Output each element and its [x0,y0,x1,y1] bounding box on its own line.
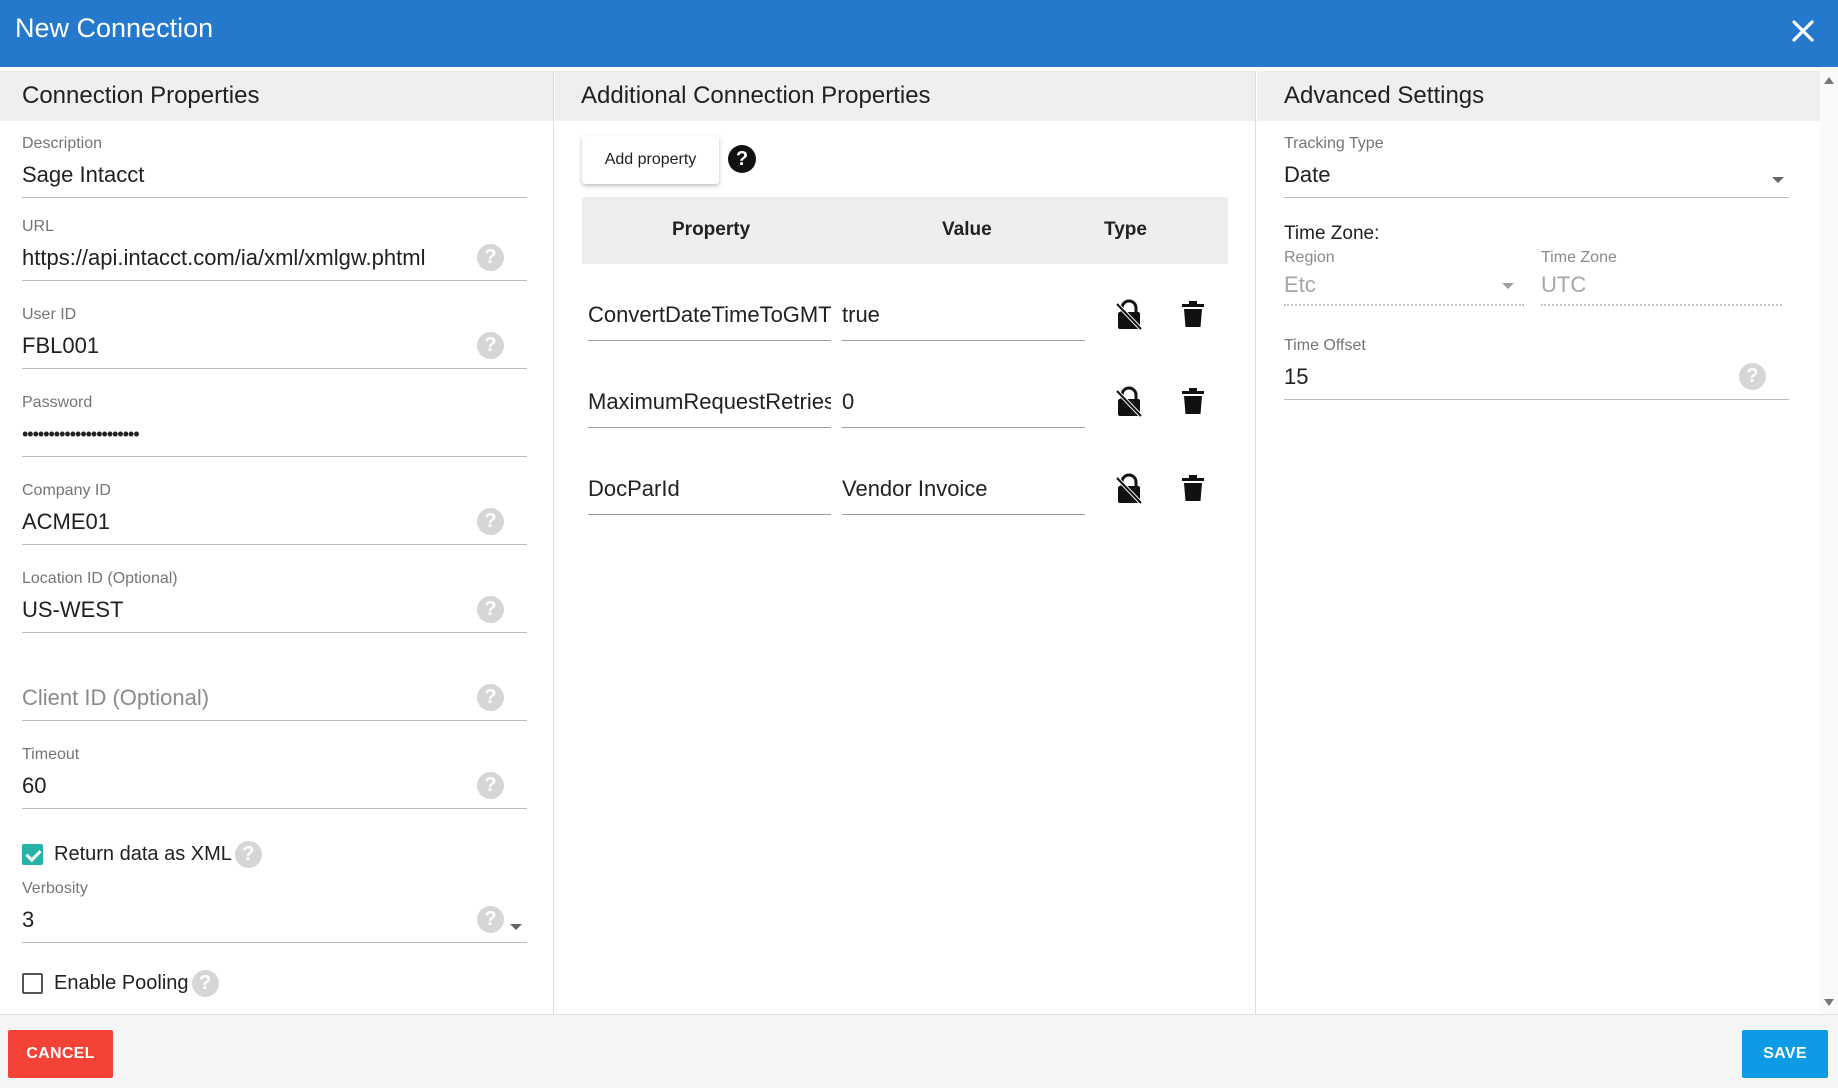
region-value[interactable]: Etc [1284,272,1316,298]
user-id-field[interactable]: User ID FBL001 ? [22,305,527,369]
tracking-type-field[interactable]: Tracking Type Date [1284,134,1789,198]
additional-properties-panel: Additional Connection Properties Add pro… [555,71,1256,1014]
enable-pooling-label[interactable]: Enable Pooling [54,972,189,995]
property-value-input[interactable]: true [842,298,1085,341]
advanced-settings-panel: Advanced Settings Tracking Type Date Tim… [1257,71,1820,1014]
enable-pooling-row: Enable Pooling ? [22,968,219,998]
timeout-help-icon[interactable]: ? [477,772,504,799]
password-label: Password [22,394,93,411]
column-header-type: Type [1104,219,1147,240]
company-id-help-icon[interactable]: ? [477,508,504,535]
dialog-footer: CANCEL SAVE [0,1014,1838,1088]
dialog-titlebar: New Connection [0,0,1838,67]
return-xml-help-icon[interactable]: ? [234,840,262,868]
trash-icon[interactable] [1182,388,1204,419]
client-id-input[interactable]: Client ID (Optional) [22,683,209,713]
password-field[interactable]: Password •••••••••••••••••••••• [22,393,527,457]
user-id-label: User ID [22,306,77,323]
property-name-input[interactable]: ConvertDateTimeToGMT [588,298,831,341]
return-xml-label[interactable]: Return data as XML [54,843,232,866]
region-select[interactable]: Region Etc [1284,249,1524,306]
time-zone-label: Time Zone: [1284,223,1380,244]
location-id-input[interactable]: US-WEST [22,595,123,625]
company-id-field[interactable]: Company ID ACME01 ? [22,481,527,545]
time-offset-help-icon[interactable]: ? [1739,363,1766,390]
column-header-value: Value [942,219,992,240]
close-icon[interactable] [1788,16,1818,46]
scroll-up-icon[interactable] [1824,77,1834,84]
verbosity-label: Verbosity [22,880,88,897]
description-field[interactable]: Description Sage Intacct [22,134,527,198]
url-field[interactable]: URL https://api.intacct.com/ia/xml/xmlgw… [22,217,527,281]
dialog-title: New Connection [15,13,214,43]
region-label: Region [1284,249,1335,266]
advanced-settings-heading: Advanced Settings [1257,71,1820,121]
enable-pooling-checkbox[interactable] [22,972,43,994]
chevron-down-icon[interactable] [1502,283,1514,289]
scroll-down-icon[interactable] [1824,999,1834,1006]
company-id-label: Company ID [22,482,111,499]
additional-properties-heading: Additional Connection Properties [555,71,1255,121]
tracking-type-label: Tracking Type [1284,135,1384,152]
return-xml-row: Return data as XML ? [22,839,262,869]
time-zone-select[interactable]: Time Zone UTC [1541,249,1782,306]
time-zone-value[interactable]: UTC [1541,272,1586,298]
properties-table-header: Property Value Type [582,197,1228,264]
property-name-input[interactable]: MaximumRequestRetries [588,385,831,428]
time-offset-input[interactable]: 15 [1284,362,1308,392]
chevron-down-icon[interactable] [510,917,522,935]
add-property-button[interactable]: Add property [582,136,719,184]
url-label: URL [22,218,55,235]
time-offset-label: Time Offset [1284,337,1366,354]
chevron-down-icon[interactable] [1772,170,1784,188]
timeout-input[interactable]: 60 [22,771,46,801]
description-input[interactable]: Sage Intacct [22,160,144,190]
url-input[interactable]: https://api.intacct.com/ia/xml/xmlgw.pht… [22,243,425,273]
trash-icon[interactable] [1182,301,1204,332]
tracking-type-select[interactable]: Date [1284,160,1330,190]
timeout-field[interactable]: Timeout 60 ? [22,745,527,809]
return-xml-checkbox[interactable] [22,843,43,865]
user-id-input[interactable]: FBL001 [22,331,99,361]
property-value-input[interactable]: Vendor Invoice [842,472,1085,515]
timeout-label: Timeout [22,746,80,763]
property-row: DocParId Vendor Invoice [582,455,1228,515]
verbosity-field[interactable]: Verbosity 3 ? [22,879,527,943]
add-property-help-icon[interactable]: ? [728,145,756,173]
column-header-property: Property [672,219,751,240]
property-name-input[interactable]: DocParId [588,472,831,515]
lock-off-icon[interactable] [1114,386,1144,423]
user-id-help-icon[interactable]: ? [477,332,504,359]
connection-properties-heading: Connection Properties [0,71,553,121]
company-id-input[interactable]: ACME01 [22,507,110,537]
description-label: Description [22,135,103,152]
location-id-help-icon[interactable]: ? [477,596,504,623]
location-id-label: Location ID (Optional) [22,570,178,587]
lock-off-icon[interactable] [1114,299,1144,336]
save-button[interactable]: SAVE [1742,1030,1828,1078]
time-zone-field-label: Time Zone [1541,249,1617,266]
lock-off-icon[interactable] [1114,473,1144,510]
cancel-button[interactable]: CANCEL [8,1030,113,1078]
url-help-icon[interactable]: ? [477,244,504,271]
password-input[interactable]: •••••••••••••••••••••• [22,419,140,449]
location-id-field[interactable]: Location ID (Optional) US-WEST ? [22,569,527,633]
verbosity-help-icon[interactable]: ? [477,906,504,933]
vertical-scrollbar[interactable] [1820,67,1838,1014]
property-row: ConvertDateTimeToGMT true [582,281,1228,341]
client-id-help-icon[interactable]: ? [477,684,504,711]
trash-icon[interactable] [1182,475,1204,506]
verbosity-select[interactable]: 3 [22,905,34,935]
connection-properties-panel: Connection Properties Description Sage I… [0,71,554,1014]
property-row: MaximumRequestRetries 0 [582,368,1228,428]
client-id-field[interactable]: Client ID (Optional) ? [22,657,527,721]
property-value-input[interactable]: 0 [842,385,1085,428]
time-offset-field[interactable]: Time Offset 15 ? [1284,336,1789,400]
enable-pooling-help-icon[interactable]: ? [191,969,219,997]
